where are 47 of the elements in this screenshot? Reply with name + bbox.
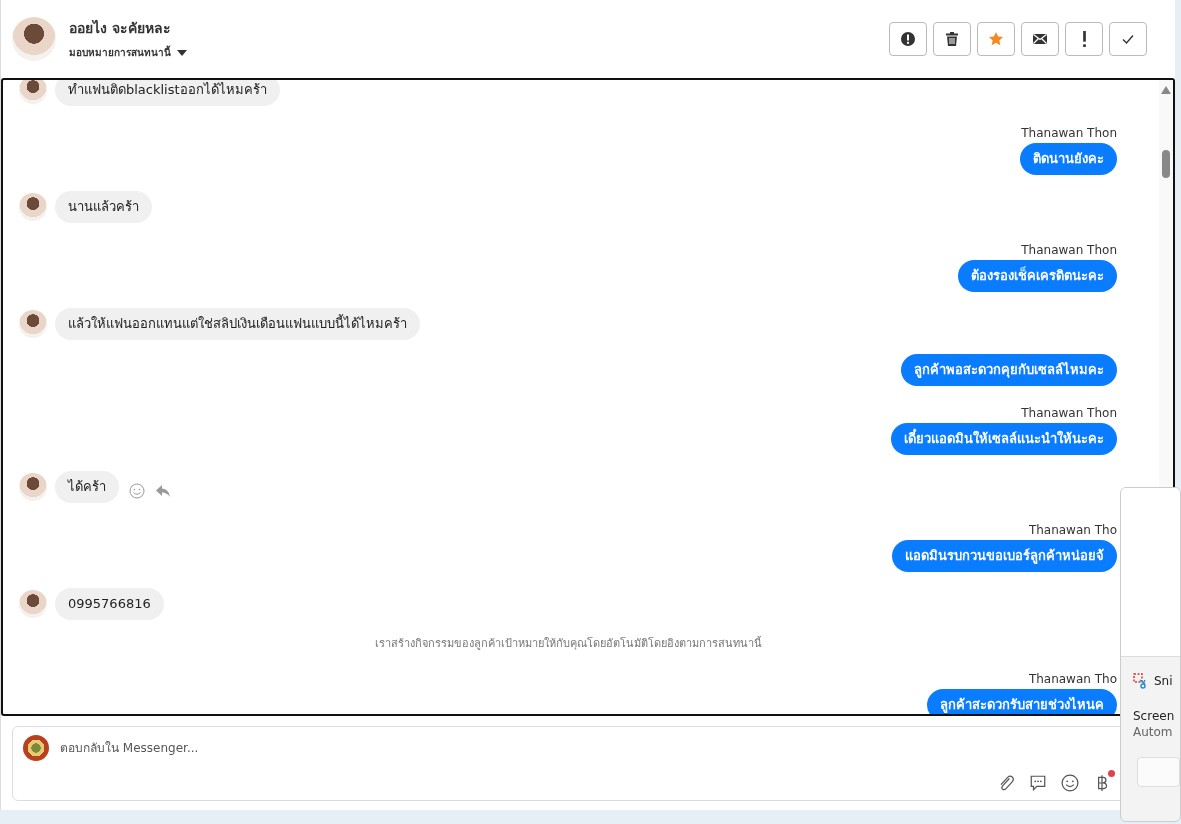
sender-name: Thanawan Thon — [1021, 126, 1117, 140]
smiley-icon[interactable] — [1061, 774, 1079, 792]
alert-icon — [900, 30, 916, 47]
message-bubble: เดี๋ยวแอดมินให้เซลล์แนะนำให้นะคะ — [891, 423, 1117, 455]
message-bubble: ติดนานยังคะ — [1020, 143, 1117, 175]
system-notice: เราสร้างกิจกรรมของลูกค้าเป้าหมายให้กับคุณโดยอัตโนมัติโดยอิงตามการสนทนานี้ — [374, 635, 762, 652]
contact-avatar — [19, 193, 47, 221]
star-button[interactable] — [977, 21, 1015, 56]
notification-title: Screen — [1132, 708, 1176, 723]
scissors-icon — [1133, 673, 1149, 689]
message-bubble: ได้คร้า — [55, 471, 119, 503]
contact-avatar — [19, 590, 47, 618]
message-bubble: ทำแฟนติดblacklistออกได้ไหมคร้า — [55, 80, 280, 106]
checkmark-button[interactable] — [1109, 21, 1147, 56]
contact-avatar — [19, 473, 47, 501]
message-bubble: นานแล้วคร้า — [55, 191, 152, 223]
page-logo-icon — [23, 735, 49, 761]
caret-icon — [177, 49, 187, 56]
contact-avatar — [19, 310, 47, 338]
sender-name: Thanawan Thon — [1021, 243, 1117, 257]
message-bubble: ต้องรองเช็คเครดิตนะคะ — [958, 260, 1117, 292]
notification-app-name: Sni — [1154, 674, 1173, 688]
exclamation-icon — [1082, 30, 1086, 47]
assign-dropdown[interactable]: มอบหมายการสนทนานี้ — [69, 45, 889, 60]
scrollbar-thumb[interactable] — [1162, 150, 1170, 178]
notification-text: Autom — [1132, 724, 1174, 739]
chat-bubble-icon[interactable] — [1029, 774, 1047, 792]
sender-name: Thanawan Tho — [1028, 523, 1117, 537]
sender-name: Thanawan Tho — [1028, 672, 1117, 686]
envelope-button[interactable] — [1021, 21, 1059, 56]
message-bubble: ลูกค้าสะดวกรับสายช่วงไหนค — [927, 689, 1117, 714]
scroll-up-icon[interactable] — [1161, 86, 1171, 94]
exclamation-button[interactable] — [1065, 21, 1103, 56]
message-bubble: 0995766816 — [55, 588, 164, 620]
message-bubble: แล้วให้แฟนออกแทนแต่ใช่สลิปเงินเดือนแฟนแบบนี้ได้ไหมคร้า — [55, 308, 420, 340]
contact-avatar — [12, 16, 56, 61]
message-bubble: แอดมินรบกวนขอเบอร์ลูกค้าหน่อยจ้ — [892, 540, 1117, 572]
contact-name: ออยไง จะคัยหละ — [69, 19, 172, 38]
contact-avatar — [19, 80, 47, 104]
star-icon — [988, 30, 1004, 47]
trash-icon — [944, 30, 960, 47]
trash-button[interactable] — [933, 21, 971, 56]
screenshot-thumbnail[interactable] — [1121, 488, 1180, 657]
sender-name: Thanawan Thon — [1021, 406, 1117, 420]
alert-button[interactable] — [889, 21, 927, 56]
message-bubble: ลูกค้าพอสะดวกคุยกับเซลล์ไหมคะ — [901, 354, 1117, 386]
reply-icon[interactable] — [155, 483, 171, 499]
